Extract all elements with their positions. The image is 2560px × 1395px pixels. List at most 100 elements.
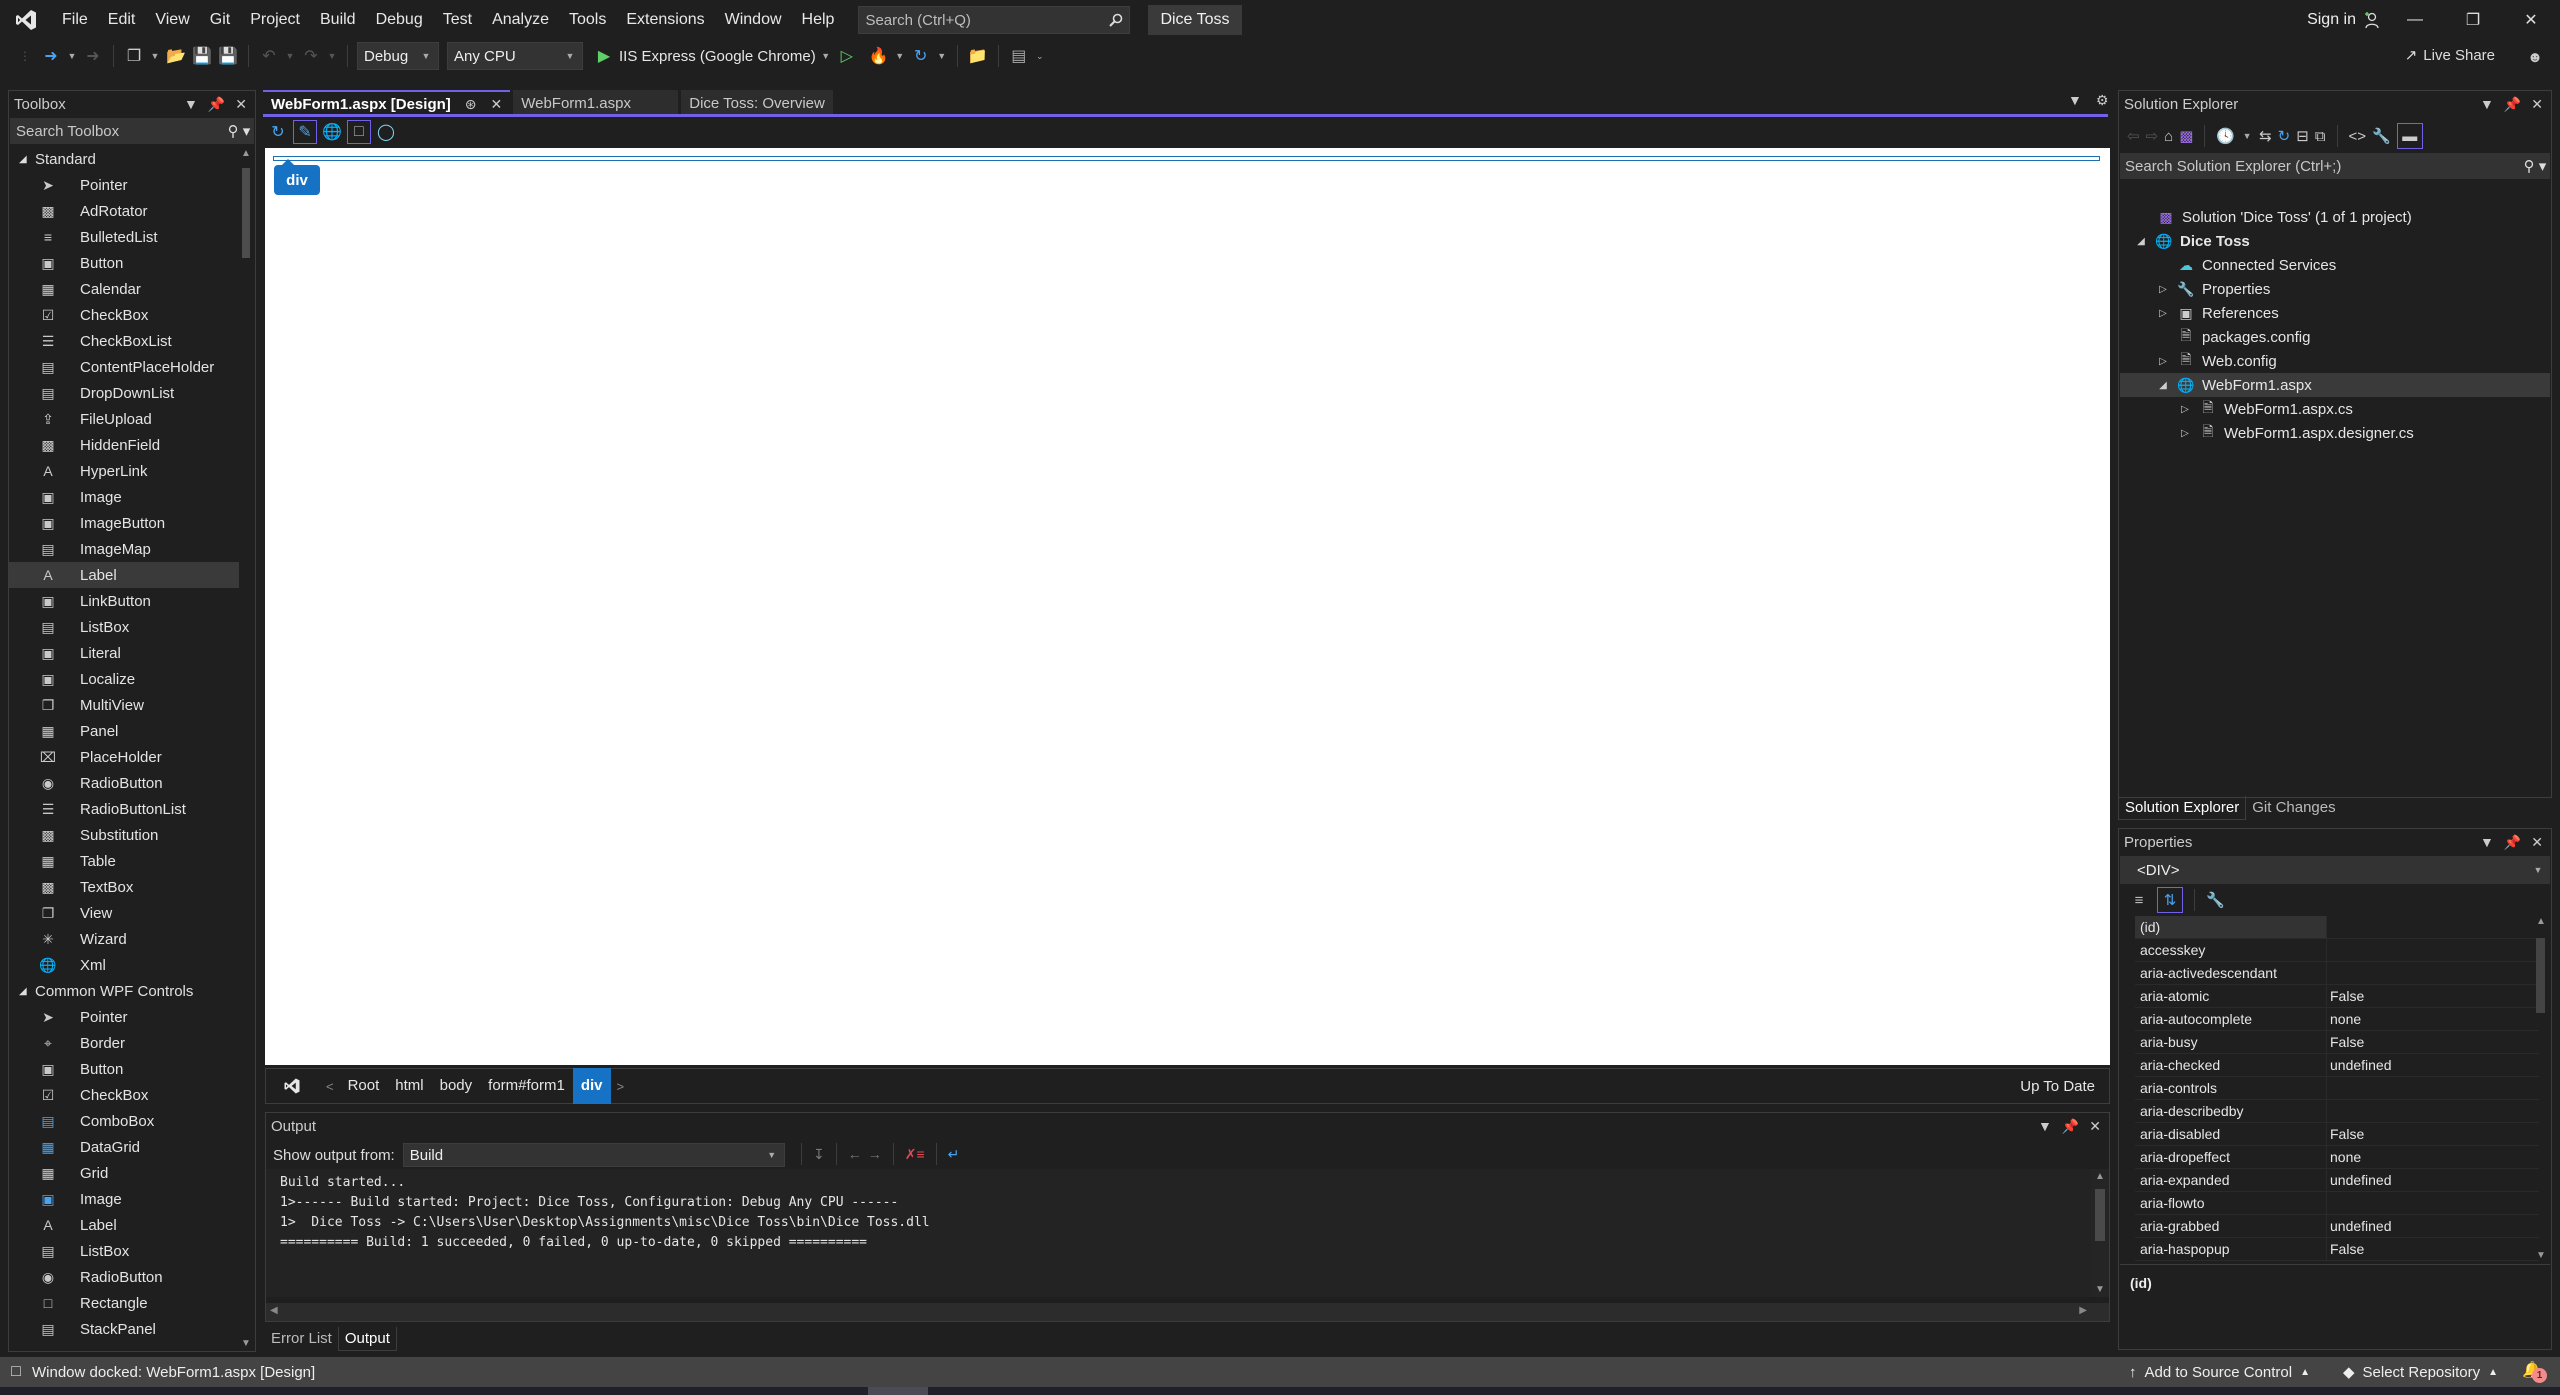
element-tag-label[interactable]: div (274, 159, 320, 195)
toolbox-item[interactable]: ➤ Pointer (9, 1004, 239, 1030)
property-pages-button[interactable]: 🔧 (2206, 891, 2225, 909)
toolbox-item[interactable]: ⌧ PlaceHolder (9, 744, 239, 770)
show-all-files-button[interactable]: ⧉ (2315, 128, 2326, 145)
toolbox-item[interactable]: ❐ MultiView (9, 692, 239, 718)
property-value[interactable]: undefined (2327, 1215, 2539, 1237)
scroll-down-icon[interactable]: ▼ (2091, 1284, 2109, 1295)
panel-tab-git-changes[interactable]: Git Changes (2246, 796, 2341, 820)
toolbox-item[interactable]: ▩ TextBox (9, 874, 239, 900)
refresh-dropdown-icon[interactable]: ▼ (936, 51, 948, 61)
navigate-back-button[interactable]: ➜ (40, 43, 62, 69)
toolbox-item[interactable]: ▦ DataGrid (9, 1134, 239, 1160)
toolbox-item[interactable]: ☑ CheckBox (9, 302, 239, 328)
toolbox-item[interactable]: 🌐 Xml (9, 952, 239, 978)
edit-design-mode-button[interactable]: ✎ (293, 120, 317, 144)
show-visual-aids-button[interactable]: □ (347, 120, 371, 144)
menu-debug[interactable]: Debug (366, 0, 433, 40)
gear-icon[interactable]: ⚙ (2096, 92, 2109, 109)
breadcrumb-item[interactable]: Root (340, 1068, 388, 1104)
properties-button[interactable]: 🔧 (2372, 127, 2391, 145)
select-repository-button[interactable]: ◆ Select Repository ▲ (2343, 1357, 2498, 1387)
restore-button[interactable]: ❐ (2444, 0, 2502, 40)
toolbox-item[interactable]: A Label (9, 562, 239, 588)
menu-test[interactable]: Test (433, 0, 482, 40)
property-row[interactable]: aria-describedby (2135, 1100, 2539, 1123)
start-without-debugging-button[interactable]: ▷ (836, 43, 858, 69)
clear-all-button[interactable]: ✗≡ (905, 1146, 925, 1163)
menu-edit[interactable]: Edit (98, 0, 146, 40)
property-row[interactable]: accesskey (2135, 939, 2539, 962)
start-debugging-button[interactable]: ▶ (593, 43, 615, 69)
toolbox-item[interactable]: ☰ RadioButtonList (9, 796, 239, 822)
solution-platform-select[interactable]: Any CPU ▼ (447, 42, 583, 70)
toolbox-group-header[interactable]: ◢ Standard (9, 146, 239, 172)
breadcrumb-scroll-right-icon[interactable]: > (611, 1079, 631, 1094)
home-button[interactable]: ⌂ (2164, 128, 2173, 145)
alphabetical-button[interactable]: ⇅ (2157, 887, 2183, 913)
toolbox-item[interactable]: ▣ ImageButton (9, 510, 239, 536)
close-window-button[interactable]: ✕ (2502, 0, 2560, 40)
menu-git[interactable]: Git (200, 0, 240, 40)
menu-help[interactable]: Help (792, 0, 845, 40)
toolbox-item[interactable]: ▤ ComboBox (9, 1108, 239, 1134)
properties-scrollbar[interactable]: ▲ ▼ (2533, 916, 2549, 1261)
expanded-triangle-icon[interactable]: ◢ (2156, 380, 2170, 391)
property-row[interactable]: aria-checked undefined (2135, 1054, 2539, 1077)
toolbox-item[interactable]: ▣ Image (9, 1186, 239, 1212)
property-value[interactable]: none (2327, 1146, 2539, 1168)
output-text-area[interactable]: Build started... 1>------ Build started: … (266, 1169, 2091, 1297)
toolbox-item[interactable]: ▦ Panel (9, 718, 239, 744)
bottom-tab-error-list[interactable]: Error List (265, 1327, 338, 1351)
pin-icon[interactable]: 📌 (208, 96, 225, 113)
toolbox-item[interactable]: ▣ Button (9, 1056, 239, 1082)
scroll-up-icon[interactable]: ▲ (2533, 916, 2549, 927)
property-value[interactable] (2327, 939, 2539, 961)
window-position-dropdown-icon[interactable]: ▼ (2480, 96, 2494, 113)
property-row[interactable]: aria-activedescendant (2135, 962, 2539, 985)
bottom-tab-output[interactable]: Output (337, 1327, 397, 1351)
live-share-button[interactable]: ↗ Live Share (2405, 46, 2495, 65)
window-position-dropdown-icon[interactable]: ▼ (184, 96, 198, 113)
toolbox-item[interactable]: □ Rectangle (9, 1290, 239, 1316)
toolbox-item[interactable]: ▤ StackPanel (9, 1316, 239, 1342)
refresh-button[interactable]: ↻ (2278, 127, 2291, 145)
property-value[interactable]: False (2327, 1031, 2539, 1053)
refresh-design-button[interactable]: ↻ (266, 120, 290, 144)
tab-list-dropdown-icon[interactable]: ▼ (2068, 92, 2082, 109)
document-tab[interactable]: WebForm1.aspx (513, 90, 679, 116)
toolbox-item[interactable]: ▤ ListBox (9, 1238, 239, 1264)
previous-message-button[interactable]: ← (848, 1146, 862, 1162)
properties-object-select[interactable]: <DIV> ▼ (2120, 856, 2550, 884)
toolbox-group-header[interactable]: ◢ Common WPF Controls (9, 978, 239, 1004)
browser-refresh-button[interactable]: ↻ (910, 43, 932, 69)
toolbox-item[interactable]: ▤ ListBox (9, 614, 239, 640)
toolbox-item[interactable]: ☑ CheckBox (9, 1082, 239, 1108)
pending-changes-filter-button[interactable]: 🕓 (2216, 127, 2235, 145)
hot-reload-dropdown-icon[interactable]: ▼ (894, 51, 906, 61)
menu-build[interactable]: Build (310, 0, 366, 40)
toolbox-item[interactable]: ▣ Localize (9, 666, 239, 692)
design-surface[interactable]: div (265, 148, 2110, 1065)
toolbox-item[interactable]: ▦ Table (9, 848, 239, 874)
close-icon[interactable]: ✕ (2089, 1118, 2101, 1135)
property-row[interactable]: aria-dropeffect none (2135, 1146, 2539, 1169)
solution-configuration-select[interactable]: Debug ▼ (357, 42, 439, 70)
property-row[interactable]: aria-controls (2135, 1077, 2539, 1100)
solution-tree-item[interactable]: ▷ 🗎 WebForm1.aspx.cs (2120, 397, 2550, 421)
data-source-button[interactable]: ◯ (374, 120, 398, 144)
web-publish-button[interactable]: ▤ (1008, 43, 1030, 69)
toolbox-item[interactable]: ❐ View (9, 900, 239, 926)
breadcrumb-item[interactable]: div (572, 1068, 611, 1104)
redo-dropdown-icon[interactable]: ▼ (326, 51, 338, 61)
toolbar-overflow-icon[interactable]: ⌄ (1034, 51, 1046, 62)
property-row[interactable]: aria-busy False (2135, 1031, 2539, 1054)
pin-icon[interactable]: 📌 (2062, 1118, 2079, 1135)
menu-file[interactable]: File (52, 0, 98, 40)
undo-dropdown-icon[interactable]: ▼ (284, 51, 296, 61)
output-vertical-scrollbar[interactable]: ▲ ▼ (2091, 1169, 2109, 1297)
toolbox-item[interactable]: ▤TabControl (9, 1342, 239, 1346)
toolbox-item[interactable]: A Label (9, 1212, 239, 1238)
go-to-location-button[interactable]: ↧ (813, 1146, 825, 1163)
toolbox-item[interactable]: ▩ AdRotator (9, 198, 239, 224)
breadcrumb-item[interactable]: html (387, 1068, 431, 1104)
